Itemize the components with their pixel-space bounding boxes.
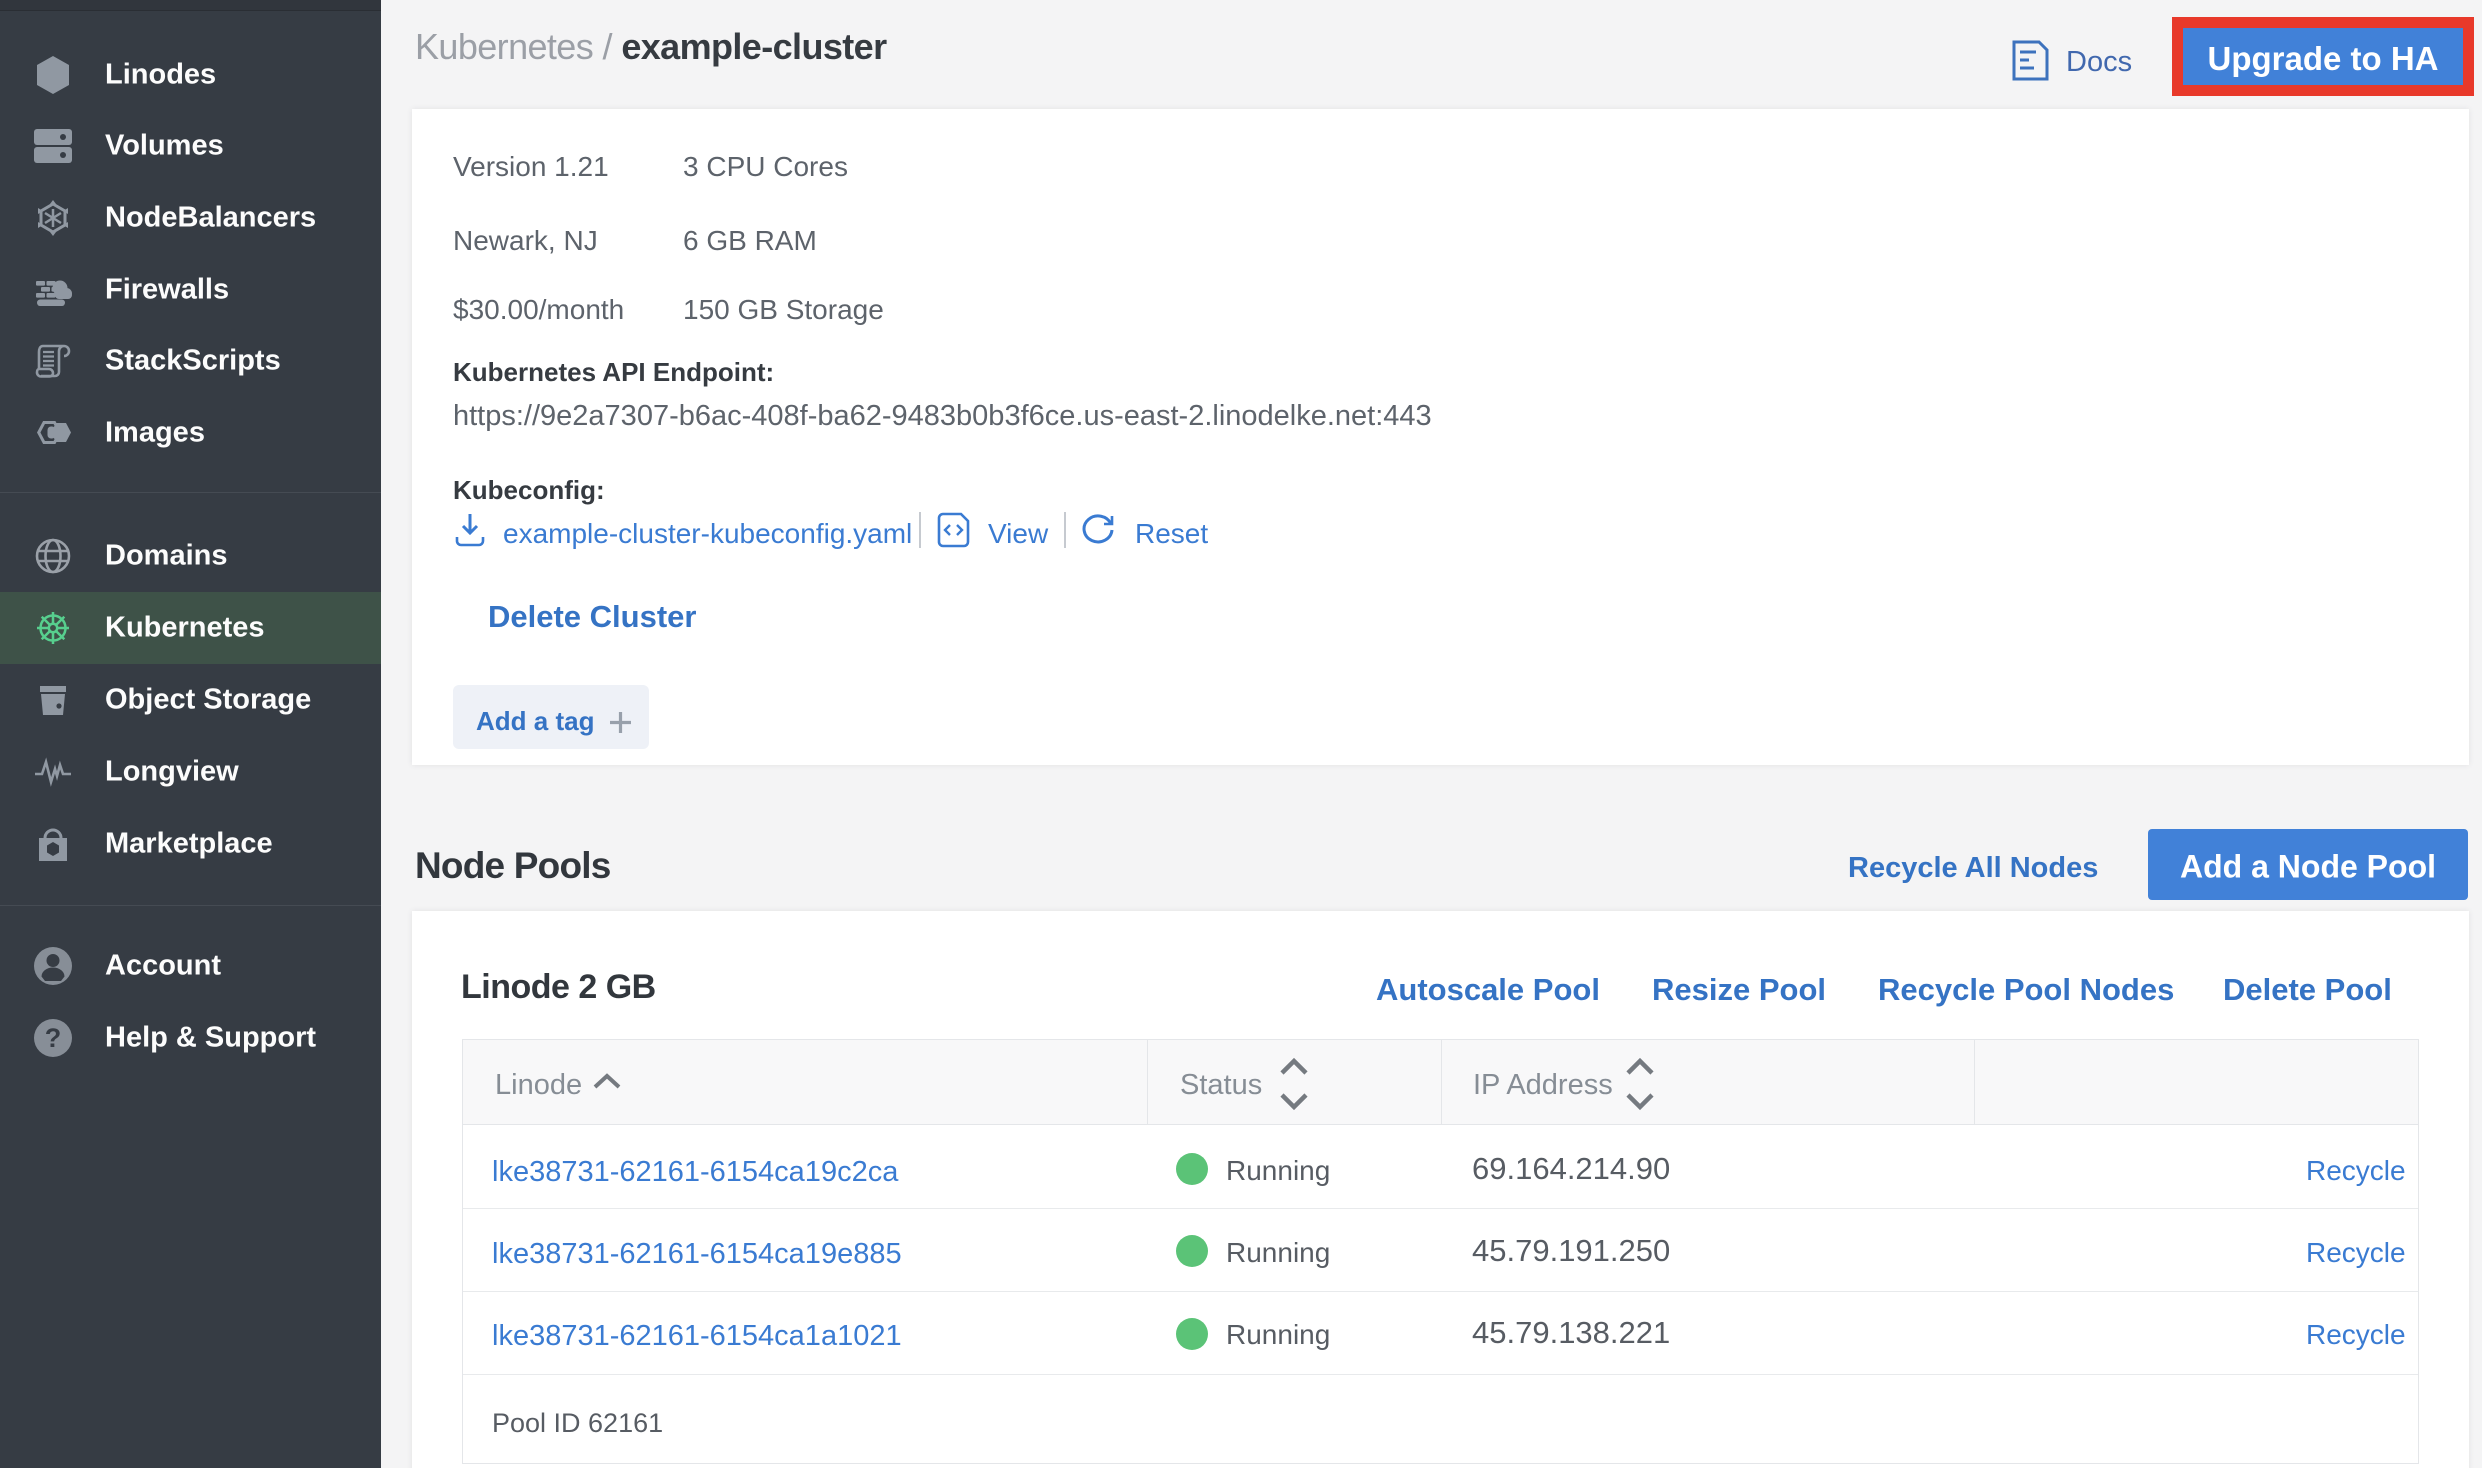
svg-text:?: ?: [45, 1023, 62, 1053]
